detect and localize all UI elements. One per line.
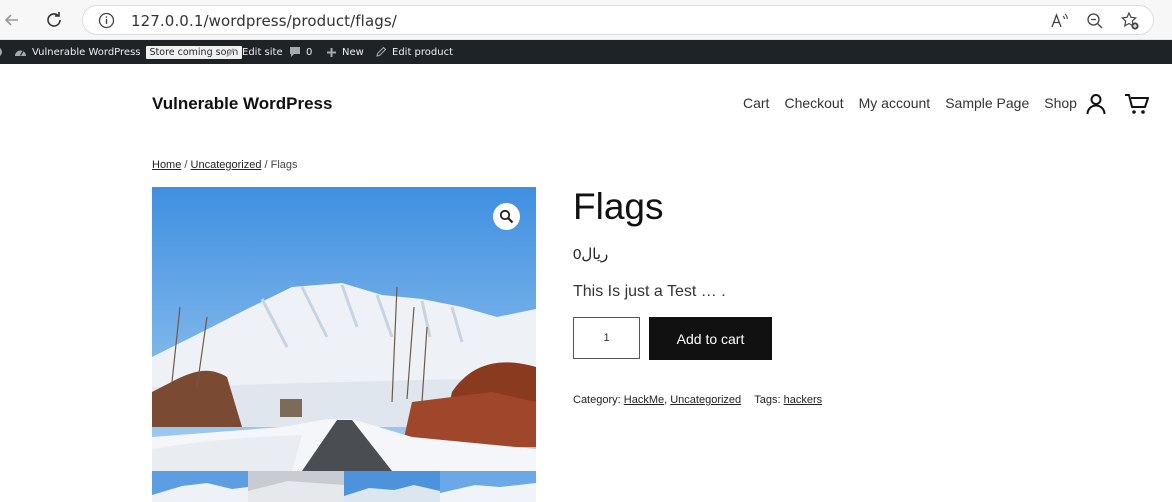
product-main-image[interactable]	[152, 187, 536, 471]
nav-checkout[interactable]: Checkout	[784, 95, 843, 111]
favorites-add-icon[interactable]	[1120, 11, 1140, 31]
back-arrow-icon[interactable]	[0, 8, 24, 32]
address-bar[interactable]: 127.0.0.1/wordpress/product/flags/	[82, 5, 1154, 35]
breadcrumb-current: Flags	[270, 159, 298, 171]
main-navigation: Cart Checkout My account Sample Page Sho…	[743, 95, 1077, 111]
add-to-cart-button[interactable]: Add to cart	[649, 317, 772, 360]
nav-shop[interactable]: Shop	[1044, 95, 1077, 111]
product-price: 0ریال	[573, 246, 609, 263]
category-label: Category:	[573, 394, 621, 406]
read-aloud-icon[interactable]	[1049, 11, 1069, 31]
gallery-thumbnail[interactable]	[248, 471, 344, 502]
wp-admin-bar: Vulnerable WordPress Store coming soon E…	[0, 40, 1172, 64]
admin-site-name[interactable]: Vulnerable WordPress Store coming soon	[14, 40, 243, 64]
breadcrumb-home[interactable]: Home	[152, 159, 181, 171]
meta-comma: ,	[664, 394, 668, 406]
comment-bubble-icon	[290, 47, 300, 57]
admin-new[interactable]: New	[326, 40, 364, 64]
zoom-out-icon[interactable]	[1085, 11, 1105, 31]
breadcrumb-separator: /	[181, 159, 191, 171]
url-text[interactable]: 127.0.0.1/wordpress/product/flags/	[131, 12, 397, 30]
admin-comments-count: 0	[306, 46, 313, 58]
info-icon[interactable]	[98, 12, 115, 34]
category-link-uncategorized[interactable]: Uncategorized	[670, 394, 741, 406]
nav-cart[interactable]: Cart	[743, 95, 769, 111]
reload-icon[interactable]	[42, 8, 66, 32]
gallery-thumbnails	[152, 471, 536, 502]
tag-link-hackers[interactable]: hackers	[784, 394, 823, 406]
nav-sample-page[interactable]: Sample Page	[945, 95, 1029, 111]
gallery-thumbnail[interactable]	[344, 471, 440, 502]
zoom-magnifier-icon[interactable]	[493, 203, 520, 230]
browser-toolbar: 127.0.0.1/wordpress/product/flags/	[0, 0, 1172, 40]
admin-new-label: New	[342, 46, 364, 58]
admin-comments[interactable]: 0	[289, 40, 312, 64]
cart-icon[interactable]	[1124, 92, 1149, 116]
product-title: Flags	[573, 186, 664, 227]
admin-site-name-label: Vulnerable WordPress	[32, 46, 141, 58]
nav-my-account[interactable]: My account	[859, 95, 931, 111]
admin-edit-site-label: Edit site	[242, 46, 283, 58]
admin-edit-product[interactable]: Edit product	[375, 40, 453, 64]
mountain-road-photo	[152, 187, 536, 471]
breadcrumb: Home / Uncategorized / Flags	[152, 159, 298, 171]
wp-logo-icon[interactable]	[0, 40, 5, 64]
gallery-thumbnail[interactable]	[152, 471, 248, 502]
pencil-icon	[376, 46, 387, 57]
category-link-hackme[interactable]: HackMe	[624, 394, 664, 406]
tags-label: Tags:	[754, 394, 781, 406]
quantity-input[interactable]: 1	[573, 317, 640, 359]
admin-edit-product-label: Edit product	[392, 46, 454, 58]
breadcrumb-separator: /	[261, 159, 271, 171]
gallery-thumbnail[interactable]	[440, 471, 536, 502]
plus-icon	[327, 47, 336, 57]
product-short-description: This Is just a Test … .	[573, 283, 726, 300]
dashboard-icon	[15, 50, 26, 56]
account-icon[interactable]	[1084, 92, 1108, 116]
product-meta: Category: HackMe, Uncategorized Tags: ha…	[573, 394, 822, 406]
breadcrumb-category[interactable]: Uncategorized	[191, 159, 262, 171]
admin-edit-site[interactable]: Edit site	[224, 40, 283, 64]
brush-icon	[226, 47, 235, 57]
site-title[interactable]: Vulnerable WordPress	[152, 94, 332, 114]
